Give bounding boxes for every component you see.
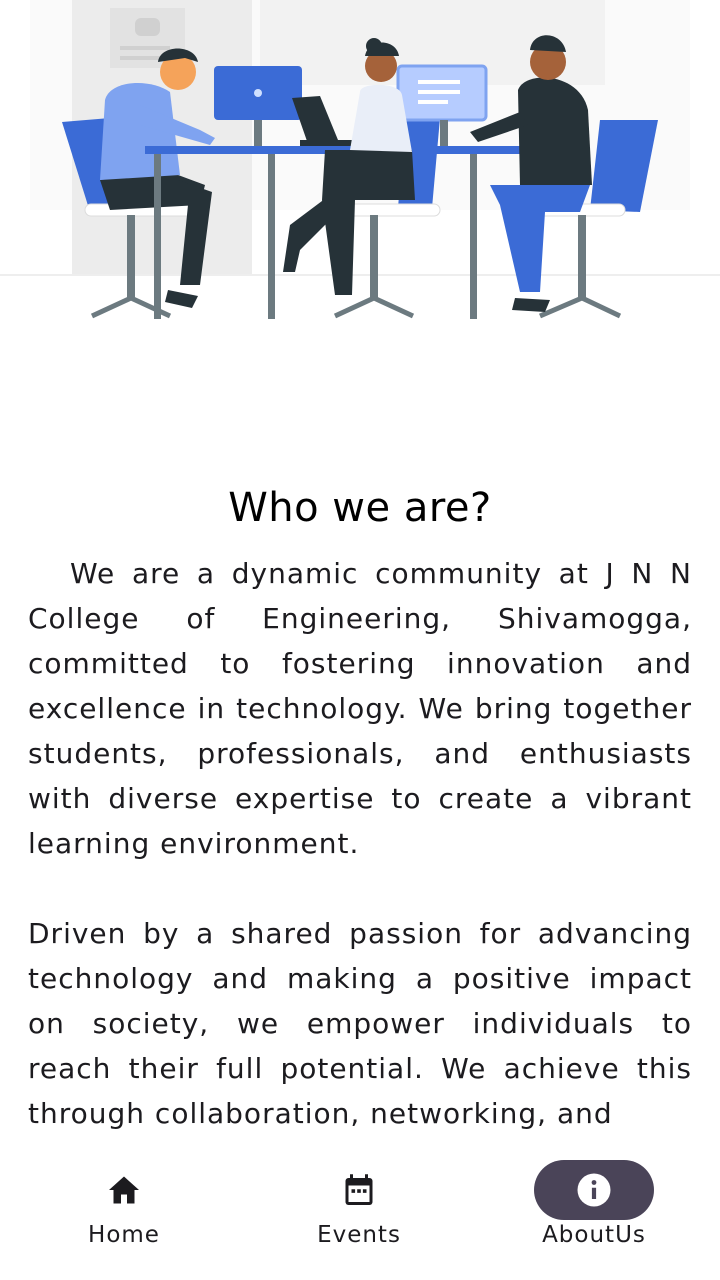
team-illustration [0,0,720,330]
about-paragraph-1-text: We are a dynamic community at J N N Coll… [28,557,692,860]
calendar-icon [345,1174,373,1205]
about-paragraph-1: We are a dynamic community at J N N Coll… [28,551,692,866]
nav-label-events: Events [317,1222,401,1248]
page-title: Who we are? [228,485,492,531]
info-icon [577,1173,611,1207]
about-paragraph-2: Driven by a shared passion for advancing… [28,917,692,1130]
nav-item-aboutus[interactable]: AboutUs [474,1160,714,1260]
nav-label-aboutus: AboutUs [542,1222,646,1248]
nav-item-events[interactable]: Events [239,1160,479,1260]
home-icon [109,1176,139,1204]
bottom-navigation: Home Events AboutUs [0,1130,720,1280]
nav-label-home: Home [88,1222,160,1248]
nav-item-home[interactable]: Home [4,1160,244,1260]
about-section: Who we are? We are a dynamic community a… [28,478,692,1130]
